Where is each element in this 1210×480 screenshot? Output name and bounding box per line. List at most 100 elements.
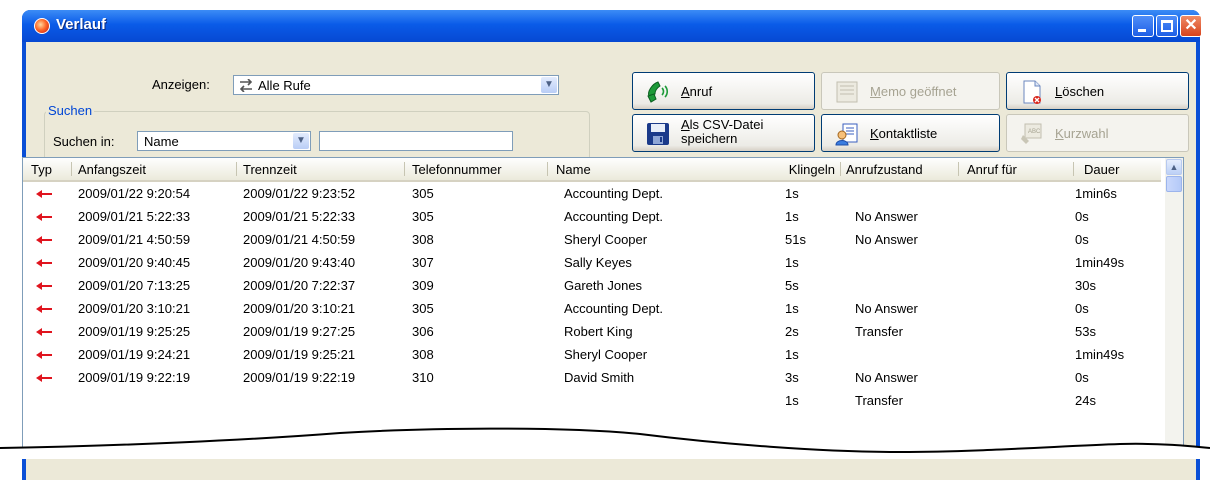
incoming-call-arrow-icon — [36, 374, 52, 382]
incoming-call-arrow-icon — [36, 213, 52, 221]
show-label: Anzeigen: — [152, 77, 210, 92]
cell-start-time: 2009/01/21 5:22:33 — [78, 209, 191, 224]
cell-ring-time: 1s — [785, 186, 799, 201]
cell-ring-time: 5s — [785, 278, 799, 293]
cell-phone-number: 310 — [412, 370, 434, 385]
maximize-button[interactable] — [1156, 15, 1178, 37]
list-header: Typ Anfangszeit Trennzeit Telefonnummer … — [23, 158, 1161, 182]
scroll-up-icon[interactable]: ▲ — [1166, 159, 1182, 175]
cell-call-status: No Answer — [855, 209, 918, 224]
cell-ring-time: 1s — [785, 347, 799, 362]
cell-end-time: 2009/01/20 7:22:37 — [243, 278, 356, 293]
incoming-call-arrow-icon — [36, 328, 52, 336]
show-filter-dropdown[interactable]: Alle Rufe ▼ — [233, 75, 559, 95]
minimize-icon — [1138, 29, 1146, 32]
contact-list-button[interactable]: Kontaktliste — [821, 114, 1000, 152]
cell-start-time: 2009/01/19 9:24:21 — [78, 347, 191, 362]
table-row[interactable]: 2009/01/21 5:22:33 2009/01/21 5:22:33 305 A… — [23, 206, 1161, 229]
table-row[interactable]: 2009/01/21 4:50:59 2009/01/21 4:50:59 308 S… — [23, 229, 1161, 252]
cell-name: Gareth Jones — [564, 278, 643, 293]
speed-dial-icon: ABC — [1021, 123, 1042, 144]
cell-phone-number: 308 — [412, 232, 434, 247]
save-csv-button[interactable]: Als CSV-Datei speichern — [632, 114, 815, 152]
column-header-duration[interactable]: Dauer — [1084, 162, 1119, 177]
call-button[interactable]: Anruf — [632, 72, 815, 110]
column-header-ring[interactable]: Klingeln — [781, 162, 835, 177]
table-row[interactable]: 2009/01/20 7:13:25 2009/01/20 7:22:37 309 G… — [23, 275, 1161, 298]
column-header-call-for[interactable]: Anruf für — [967, 162, 1017, 177]
cell-name: Sally Keyes — [564, 255, 632, 270]
cell-duration: 53s — [1075, 324, 1096, 339]
memo-opened-button-label: Memo geöffnet — [870, 84, 957, 99]
cell-name: Robert King — [564, 324, 633, 339]
cell-phone-number: 305 — [412, 301, 434, 316]
column-header-start[interactable]: Anfangszeit — [78, 162, 146, 177]
cell-duration: 0s — [1075, 370, 1089, 385]
title-bar[interactable]: Verlauf ✕ — [22, 10, 1202, 42]
scroll-thumb[interactable] — [1166, 176, 1182, 192]
chevron-down-icon[interactable]: ▼ — [541, 77, 557, 93]
svg-text:ABC: ABC — [1028, 129, 1041, 135]
cell-end-time: 2009/01/21 4:50:59 — [243, 232, 356, 247]
memo-opened-button[interactable]: Memo geöffnet — [821, 72, 1000, 110]
cell-end-time: 2009/01/22 9:23:52 — [243, 186, 356, 201]
cell-duration: 0s — [1075, 209, 1089, 224]
table-row[interactable]: 2009/01/22 9:20:54 2009/01/22 9:23:52 305 A… — [23, 183, 1161, 206]
cell-call-status: Transfer — [855, 324, 903, 339]
vertical-scrollbar[interactable]: ▲ — [1165, 158, 1183, 456]
search-field-dropdown[interactable]: Name ▼ — [137, 131, 311, 151]
table-row[interactable]: 2009/01/19 9:25:25 2009/01/19 9:27:25 306 R… — [23, 321, 1161, 344]
call-button-label: Anruf — [681, 84, 713, 99]
table-row[interactable]: 2009/01/20 3:10:21 2009/01/20 3:10:21 305 A… — [23, 298, 1161, 321]
cell-name: Accounting Dept. — [564, 186, 664, 201]
cell-start-time: 2009/01/20 7:13:25 — [78, 278, 191, 293]
call-history-list[interactable]: Typ Anfangszeit Trennzeit Telefonnummer … — [22, 157, 1184, 457]
cell-duration: 1min49s — [1075, 347, 1125, 362]
cell-duration: 30s — [1075, 278, 1096, 293]
cell-start-time: 2009/01/22 9:20:54 — [78, 186, 191, 201]
search-input[interactable] — [319, 131, 513, 151]
cell-name: Accounting Dept. — [564, 301, 664, 316]
cell-name: Sheryl Cooper — [564, 232, 648, 247]
column-header-number[interactable]: Telefonnummer — [412, 162, 502, 177]
cell-name: Sheryl Cooper — [564, 347, 648, 362]
cell-ring-time: 2s — [785, 324, 799, 339]
cell-call-status: Transfer — [855, 393, 903, 408]
cell-ring-time: 1s — [785, 209, 799, 224]
cell-phone-number: 305 — [412, 209, 434, 224]
search-in-label: Suchen in: — [53, 134, 115, 149]
column-header-status[interactable]: Anrufzustand — [846, 162, 923, 177]
cell-ring-time: 1s — [785, 255, 799, 270]
close-button[interactable]: ✕ — [1180, 15, 1202, 37]
incoming-call-arrow-icon — [36, 282, 52, 290]
contact-list-button-label: Kontaktliste — [870, 126, 938, 141]
cell-end-time: 2009/01/19 9:27:25 — [243, 324, 356, 339]
table-row[interactable]: 2009/01/20 9:40:45 2009/01/20 9:43:40 307 S… — [23, 252, 1161, 275]
cell-end-time: 2009/01/20 3:10:21 — [243, 301, 356, 316]
cell-ring-time: 1s — [785, 393, 799, 408]
cell-duration: 1min49s — [1075, 255, 1125, 270]
chevron-down-icon[interactable]: ▼ — [293, 133, 309, 149]
cell-name: Accounting Dept. — [564, 209, 664, 224]
cell-duration: 1min6s — [1075, 186, 1117, 201]
cell-start-time: 2009/01/21 4:50:59 — [78, 232, 191, 247]
table-row[interactable]: 1s Transfer 24s — [23, 390, 1161, 413]
incoming-call-arrow-icon — [36, 190, 52, 198]
column-header-end[interactable]: Trennzeit — [243, 162, 297, 177]
cell-ring-time: 1s — [785, 301, 799, 316]
speed-dial-button[interactable]: ABC Kurzwahl — [1006, 114, 1189, 152]
cell-ring-time: 51s — [785, 232, 806, 247]
column-header-name[interactable]: Name — [556, 162, 591, 177]
cell-end-time: 2009/01/19 9:22:19 — [243, 370, 356, 385]
table-row[interactable]: 2009/01/19 9:22:19 2009/01/19 9:22:19 310 D… — [23, 367, 1161, 390]
delete-document-icon — [1023, 80, 1041, 104]
delete-button[interactable]: Löschen — [1006, 72, 1189, 110]
cell-phone-number: 307 — [412, 255, 434, 270]
minimize-button[interactable] — [1132, 15, 1154, 37]
search-group-label: Suchen — [46, 103, 95, 118]
table-row[interactable]: 2009/01/19 9:24:21 2009/01/19 9:25:21 308 S… — [23, 344, 1161, 367]
cell-start-time: 2009/01/20 9:40:45 — [78, 255, 191, 270]
window-title: Verlauf — [56, 16, 107, 33]
show-filter-value: Alle Rufe — [258, 78, 311, 93]
column-header-type[interactable]: Typ — [31, 162, 52, 177]
